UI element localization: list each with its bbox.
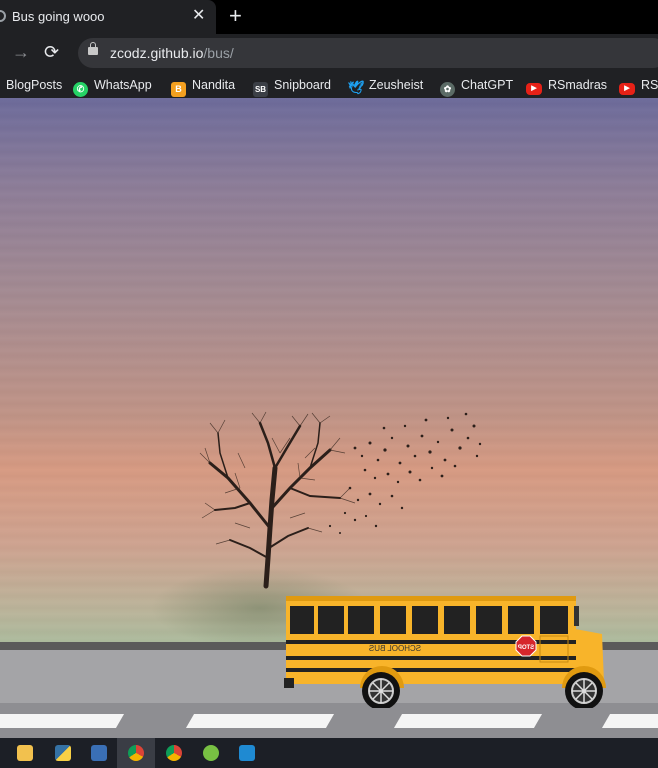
bookmark-zeusheist[interactable]: 🕊 Zeusheist [348,76,424,95]
lane-marking [601,714,658,728]
bandicam-icon[interactable] [80,738,118,768]
bookmark-label: Zeusheist [369,78,424,92]
browser-toolbar: → ⟳ zcodz.github.io/bus/ [0,34,658,72]
file-explorer-icon[interactable] [6,738,44,768]
tree-with-birds [199,411,482,589]
lane-marking [393,714,543,728]
school-bus-label: SCHOOL BUS [369,644,421,653]
blogger-icon: B [171,82,186,97]
sunset-scene: STOP SCHOOL BUS [0,98,658,738]
bookmark-rsmadras[interactable]: ▶ RSmadras [526,76,608,95]
address-bar[interactable]: zcodz.github.io/bus/ [78,38,658,68]
youtube-icon: ▶ [526,83,542,95]
bookmark-chatgpt[interactable]: ✿ ChatGPT [440,76,514,97]
snipboard-icon: SB [253,82,268,97]
bookmark-whatsapp[interactable]: ✆ WhatsApp [73,76,152,97]
bookmark-rse[interactable]: ▶ RSe [619,76,658,95]
bookmark-label: Nandita [192,78,236,92]
bookmark-snipboard[interactable]: SB Snipboard [253,76,331,97]
chrome-icon[interactable] [155,738,193,768]
reload-icon[interactable]: ⟳ [44,41,59,63]
url-host: zcodz.github.io [110,45,204,61]
utorrent-icon[interactable] [192,738,230,768]
globe-icon [0,10,6,22]
tab-bus-going-wooo[interactable]: Bus going wooo ✕ [0,0,216,34]
url-text[interactable]: zcodz.github.io/bus/ [110,45,234,61]
tab-strip: Bus going wooo ✕ + [0,0,658,34]
whatsapp-icon: ✆ [73,82,88,97]
school-bus: STOP SCHOOL BUS [284,596,606,708]
lane-marking [185,714,335,728]
stop-sign-text: STOP [518,645,534,651]
windows-taskbar [0,738,658,768]
new-tab-button[interactable]: + [229,4,242,28]
close-tab-icon[interactable]: ✕ [192,7,205,25]
bookmark-label: WhatsApp [94,78,152,92]
bookmarks-bar: BlogPosts ✆ WhatsApp B Nandita SB Snipboard… [0,72,658,98]
bookmark-label: RSmadras [548,78,608,92]
bookmark-label: BlogPosts [6,78,63,92]
python-icon[interactable] [44,738,82,768]
bookmark-label: ChatGPT [461,78,514,92]
chatgpt-icon: ✿ [440,82,455,97]
bookmark-nandita[interactable]: B Nandita [171,76,236,97]
vscode-icon[interactable] [228,738,266,768]
lock-icon[interactable] [88,42,98,55]
tab-title: Bus going wooo [12,9,105,24]
youtube-icon: ▶ [619,83,635,95]
url-path: /bus/ [203,45,234,61]
bookmark-label: Snipboard [274,78,331,92]
forward-icon[interactable]: → [12,41,30,63]
chrome-icon[interactable] [117,738,155,768]
bookmark-blogposts[interactable]: BlogPosts [6,76,62,94]
lane-marking [0,714,125,728]
bookmark-label: RSe [641,78,658,92]
twitter-icon: 🕊 [348,80,365,95]
